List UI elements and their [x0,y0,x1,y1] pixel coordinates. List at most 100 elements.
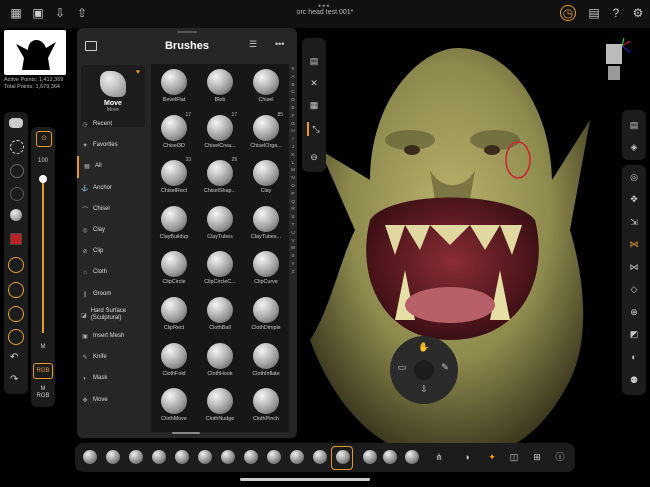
perspective-icon[interactable]: ◇ [627,282,641,296]
brush-slot-icon[interactable] [129,450,143,464]
move-view-icon[interactable]: ✥ [627,192,641,206]
brush-tile[interactable]: ChiselCrea... 17 [197,112,243,156]
eye-slot-icon[interactable] [405,450,419,464]
info-icon[interactable]: ⓘ [553,450,567,464]
brush-slot-icon[interactable] [175,450,189,464]
brush-tile[interactable]: ClayBuildup [151,203,197,247]
undo-icon[interactable]: ↶ [10,352,18,363]
zadd-icon[interactable] [8,282,24,298]
alphabet-letter[interactable]: V [289,238,297,246]
stack-icon[interactable]: ◈ [627,140,641,154]
brush-tile[interactable]: ClipCircleC... [197,248,243,292]
help-icon[interactable]: ? [608,5,624,21]
gizmo-icon[interactable]: ◑ [460,450,474,464]
category-item[interactable]: ⌂ Cloth [77,262,149,283]
brush-slot-icon[interactable] [83,450,97,464]
alphabet-letter[interactable]: N [289,175,297,183]
brush-tile[interactable]: ClothFold [151,340,197,384]
brush-slot-icon[interactable] [267,450,281,464]
alphabet-letter[interactable]: B [289,82,297,90]
category-item[interactable]: ▣ Insert Mesh [77,326,149,347]
redo-icon[interactable]: ↷ [10,374,18,385]
bust-slot-icon[interactable] [383,450,397,464]
view-cube-icon[interactable] [602,37,633,88]
tools-icon[interactable]: ✕ [307,76,321,90]
rgb-button[interactable]: RGB [33,363,53,379]
alphabet-letter[interactable]: A [289,74,297,82]
filter-icon[interactable]: ☰ [249,39,257,50]
brush-tile[interactable]: Blob [197,66,243,110]
focal-shift-icon[interactable]: ⊙ [36,131,52,147]
category-item[interactable]: ✥ Move [77,389,149,410]
texture-icon[interactable] [10,187,24,201]
brush-tile[interactable]: ClayTubes... [243,203,289,247]
category-item[interactable]: ⊘ Clip [77,241,149,262]
brush-tile[interactable]: ClothMove [151,385,197,429]
brush-slot-icon[interactable] [198,450,212,464]
rgb-toggle-icon[interactable] [8,257,24,273]
radial-bottom-icon[interactable]: ⇩ [417,382,431,396]
brush-tile[interactable]: ClipRect [151,294,197,338]
brush-tile[interactable]: ClipCircle [151,248,197,292]
timeline-icon[interactable]: ◷ [560,5,576,21]
box-icon[interactable]: ◫ [507,450,521,464]
zadd-mode-icon[interactable] [8,329,24,345]
category-item[interactable]: ◷ Recent [77,114,149,135]
alpha-icon[interactable] [10,164,24,178]
more-options-icon[interactable]: ••• [275,39,284,49]
brush-slot-icon[interactable] [106,450,120,464]
stroke-icon[interactable] [10,140,24,154]
floor-icon[interactable]: ⊕ [627,305,641,319]
selected-brush-slot[interactable] [331,446,353,470]
category-item[interactable]: ◎ Clay [77,220,149,241]
brush-tile[interactable]: ClothInflate [243,340,289,384]
alphabet-letter[interactable]: Z [289,269,297,277]
symmetry-icon[interactable]: ⋈ [627,237,641,251]
sym-icon[interactable]: ⋔ [432,450,446,464]
material-icon[interactable] [10,209,22,221]
m-rgb-button[interactable]: M RGB [31,386,55,400]
document-icon[interactable]: ▤ [627,118,641,132]
home-indicator[interactable] [240,478,370,481]
category-item[interactable]: ⌒ Chisel [77,199,149,220]
radial-left-icon[interactable]: ▭ [395,360,409,374]
frame-icon[interactable]: ⊞ [530,450,544,464]
alphabet-letter[interactable]: P [289,191,297,199]
brush-tile[interactable]: Clay [243,157,289,201]
hand-icon[interactable]: ✋ [417,340,431,354]
minus-icon[interactable]: ⊖ [307,150,321,164]
favorite-heart-icon[interactable]: ♥ [136,69,140,76]
brush-tile[interactable]: ClipCurve [243,248,289,292]
orc-head-model[interactable] [300,40,600,460]
category-item[interactable]: ▦ All [77,156,149,178]
zsub-icon[interactable] [8,306,24,322]
radial-right-icon[interactable]: ✎ [438,360,452,374]
panel-grabber[interactable] [177,31,197,33]
alphabet-letter[interactable]: E [289,105,297,113]
radial-menu[interactable]: ✋ ✎ ▭ ⇩ [390,336,458,404]
brush-slot-icon[interactable] [244,450,258,464]
alphabet-letter[interactable]: T [289,222,297,230]
brush-slot-icon[interactable] [313,450,327,464]
polyframe-icon[interactable]: ◩ [627,327,641,341]
scale-icon[interactable]: ⇲ [627,215,641,229]
alphabet-letter[interactable]: M [289,167,297,175]
alphabet-letter[interactable]: S [289,214,297,222]
alphabet-letter[interactable]: X [289,253,297,261]
alphabet-letter[interactable]: # [289,66,297,74]
brush-tile[interactable]: ChiselShap... 29 [197,157,243,201]
brush-slot-icon[interactable] [290,450,304,464]
brush-tile[interactable]: ClothHook [197,340,243,384]
size-slider-track[interactable] [42,175,44,333]
alphabet-letter[interactable]: F [289,113,297,121]
alphabet-letter[interactable]: U [289,230,297,238]
movie-icon[interactable]: ▦ [307,98,321,112]
transparency-icon[interactable]: ⚉ [627,373,641,387]
brush-tile[interactable]: ChiselOrga... 85 [243,112,289,156]
silhouette-thumbnail[interactable] [4,30,66,75]
alphabet-letter[interactable]: W [289,245,297,253]
brush-slot-icon[interactable] [221,450,235,464]
brush-tile[interactable]: ClayTubes [197,203,243,247]
alphabet-letter[interactable]: Q [289,199,297,207]
alphabet-letter[interactable]: I [289,136,297,144]
